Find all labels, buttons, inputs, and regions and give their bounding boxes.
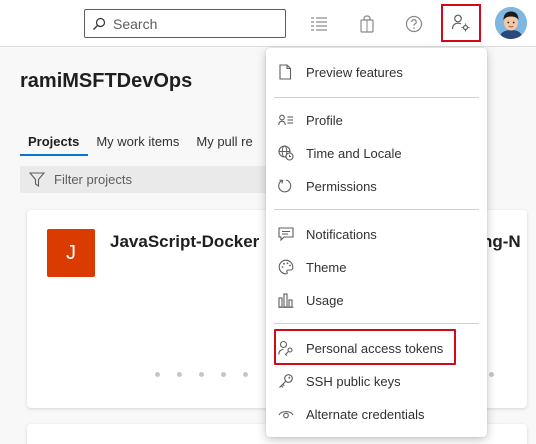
user-settings-button[interactable]: [441, 4, 481, 42]
tab-my-work-items[interactable]: My work items: [88, 128, 188, 156]
project-initial-tile: J: [47, 229, 95, 277]
shopping-bag-icon[interactable]: [349, 6, 385, 42]
palette-icon: [266, 259, 306, 275]
page-title: ramiMSFTDevOps: [20, 70, 193, 92]
search-box[interactable]: Search: [84, 9, 286, 38]
pager-dot: [489, 372, 494, 377]
tab-projects[interactable]: Projects: [20, 128, 89, 156]
eye-icon: [266, 408, 306, 420]
menu-item-ssh-public-keys[interactable]: SSH public keys: [266, 365, 487, 397]
menu-item-notifications[interactable]: Notifications: [266, 218, 487, 250]
pager-dot: [155, 372, 160, 377]
tab-bar: Projects My work items My pull re: [20, 128, 262, 156]
filter-icon: [20, 172, 54, 187]
tab-my-pull-requests[interactable]: My pull re: [188, 128, 261, 156]
top-bar: Search: [0, 0, 536, 47]
search-icon: [85, 17, 113, 31]
card-pager-dots-right: [489, 372, 494, 377]
pager-dot: [243, 372, 248, 377]
user-settings-icon: [451, 13, 471, 33]
refresh-circle-icon: [266, 178, 306, 194]
menu-divider: [274, 97, 479, 98]
project-name[interactable]: JavaScript-Docker: [110, 232, 259, 252]
avatar-image: [495, 7, 527, 39]
page-icon: [266, 64, 306, 80]
menu-item-permissions[interactable]: Permissions: [266, 170, 487, 202]
menu-divider: [274, 323, 479, 324]
globe-clock-icon: [266, 145, 306, 161]
task-list-icon[interactable]: [301, 6, 337, 42]
card-pager-dots: [155, 372, 248, 377]
pager-dot: [221, 372, 226, 377]
filter-placeholder: Filter projects: [54, 172, 133, 187]
profile-card-icon: [266, 113, 306, 127]
chat-icon: [266, 226, 306, 242]
bar-chart-icon: [266, 292, 306, 308]
pager-dot: [199, 372, 204, 377]
menu-item-preview-features[interactable]: Preview features: [266, 56, 487, 88]
user-settings-menu: Preview features Profile Time and Locale…: [266, 48, 487, 437]
menu-divider: [274, 209, 479, 210]
pager-dot: [177, 372, 182, 377]
search-placeholder: Search: [113, 15, 158, 32]
menu-item-time-and-locale[interactable]: Time and Locale: [266, 137, 487, 169]
menu-item-usage[interactable]: Usage: [266, 284, 487, 316]
menu-item-theme[interactable]: Theme: [266, 251, 487, 283]
person-key-icon: [266, 340, 306, 356]
menu-item-alternate-credentials[interactable]: Alternate credentials: [266, 398, 487, 430]
avatar[interactable]: [495, 7, 527, 39]
help-icon[interactable]: [396, 6, 432, 42]
project-name-partial[interactable]: ng-N: [482, 232, 527, 252]
key-icon: [266, 373, 306, 389]
filter-projects-input[interactable]: Filter projects: [20, 166, 276, 193]
menu-item-profile[interactable]: Profile: [266, 104, 487, 136]
menu-item-personal-access-tokens[interactable]: Personal access tokens: [266, 332, 487, 364]
